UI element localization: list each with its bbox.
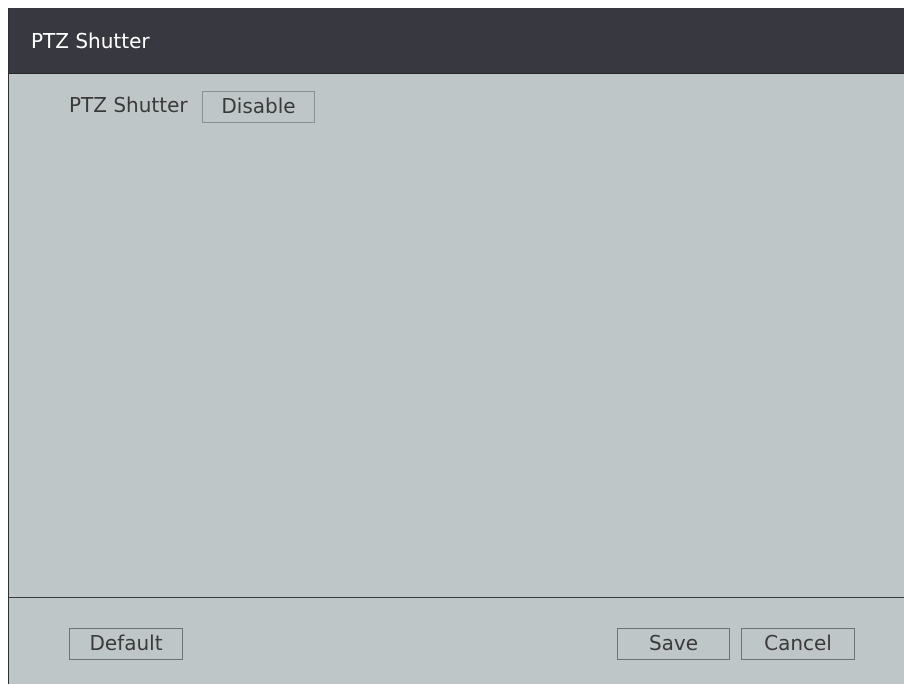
dialog-title: PTZ Shutter [31,29,150,53]
default-button[interactable]: Default [69,628,183,660]
ptz-shutter-select[interactable]: Disable [202,91,315,123]
cancel-button[interactable]: Cancel [741,628,855,660]
save-button[interactable]: Save [617,628,730,660]
footer-divider [9,597,904,598]
ptz-shutter-label: PTZ Shutter [69,93,188,117]
ptz-shutter-dialog: PTZ Shutter PTZ Shutter Disable Default … [8,8,904,684]
dialog-titlebar: PTZ Shutter [9,8,904,74]
